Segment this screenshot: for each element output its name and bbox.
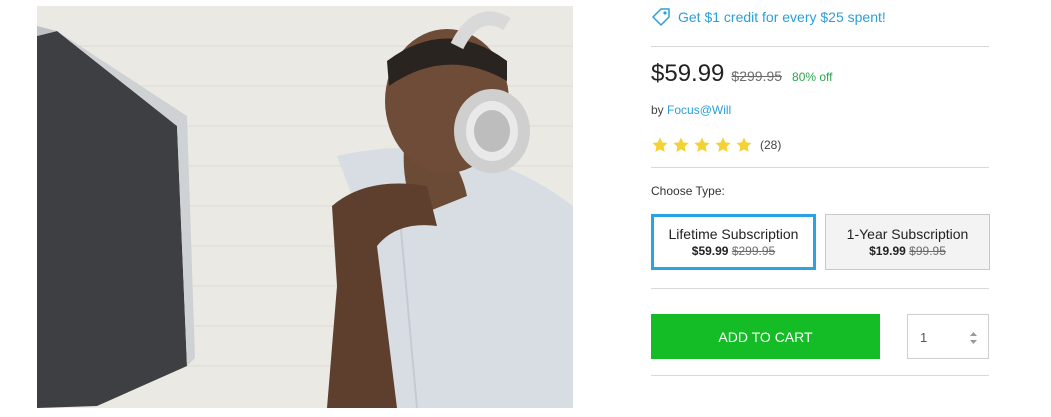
- option-price-line: $59.99 $299.95: [654, 244, 813, 258]
- quantity-stepper[interactable]: 1: [907, 314, 989, 359]
- star-icon: [714, 136, 732, 154]
- star-icon: [672, 136, 690, 154]
- price-row: $59.99 $299.95 80% off: [651, 60, 833, 92]
- option-1-year-subscription[interactable]: 1-Year Subscription $19.99 $99.95: [825, 214, 990, 270]
- option-price-line: $19.99 $99.95: [826, 244, 989, 258]
- product-info-panel: Get $1 credit for every $25 spent! $59.9…: [651, 0, 990, 417]
- star-rating: (28): [651, 135, 781, 155]
- promo-text: Get $1 credit for every $25 spent!: [678, 9, 886, 25]
- star-icon: [693, 136, 711, 154]
- discount-label: 80% off: [792, 70, 833, 84]
- option-price: $19.99: [869, 244, 906, 258]
- divider: [651, 167, 989, 168]
- choose-type-label: Choose Type:: [651, 184, 725, 198]
- original-price: $299.95: [731, 68, 783, 84]
- option-title: 1-Year Subscription: [846, 226, 969, 242]
- tag-icon: [651, 7, 671, 27]
- by-label: by: [651, 103, 664, 117]
- quantity-value: 1: [920, 330, 928, 345]
- current-price: $59.99: [651, 60, 725, 87]
- star-icon: [651, 136, 669, 154]
- option-original-price: $299.95: [731, 244, 776, 258]
- add-to-cart-button[interactable]: ADD TO CART: [651, 314, 880, 359]
- vendor-link[interactable]: Focus@Will: [667, 103, 731, 117]
- option-title: Lifetime Subscription: [668, 226, 799, 242]
- divider: [651, 46, 989, 47]
- divider: [651, 288, 989, 289]
- option-lifetime-subscription[interactable]: Lifetime Subscription $59.99 $299.95: [651, 214, 816, 270]
- product-image: [37, 6, 573, 408]
- star-icon: [735, 136, 753, 154]
- vendor-byline: by Focus@Will: [651, 103, 731, 117]
- up-down-arrows-icon[interactable]: [969, 329, 978, 347]
- option-price: $59.99: [691, 244, 729, 258]
- divider: [651, 375, 989, 376]
- option-original-price: $99.95: [909, 244, 946, 258]
- review-count[interactable]: (28): [760, 138, 781, 152]
- credit-promo[interactable]: Get $1 credit for every $25 spent!: [651, 7, 886, 27]
